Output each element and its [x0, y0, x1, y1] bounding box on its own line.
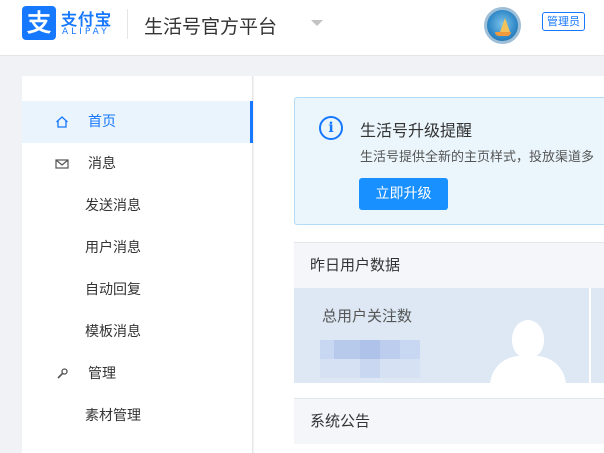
sidebar-item-user-messages[interactable]: 用户消息	[22, 227, 253, 269]
sail-icon	[500, 18, 510, 32]
sidebar-item-home[interactable]: 首页	[22, 101, 253, 143]
stat-label: 总用户关注数	[322, 307, 413, 325]
mail-icon	[55, 159, 69, 169]
logo-subtext: ALIPAY	[62, 27, 110, 37]
sidebar-item-material-manage[interactable]: 素材管理	[22, 395, 253, 437]
sidebar-item-label: 发送消息	[85, 198, 141, 214]
sidebar-item-messages[interactable]: 消息	[22, 143, 253, 185]
sidebar-item-label: 素材管理	[85, 408, 141, 424]
info-icon: i	[319, 116, 343, 140]
home-icon	[56, 116, 68, 128]
sidebar-item-label: 管理	[88, 366, 116, 382]
sidebar-item-label: 用户消息	[85, 240, 141, 256]
yesterday-data-header: 昨日用户数据	[294, 242, 604, 288]
boat-icon	[495, 32, 511, 36]
role-badge[interactable]: 管理员	[542, 12, 585, 31]
platform-title: 生活号官方平台	[144, 16, 278, 38]
upgrade-notice-card: i 生活号升级提醒 生活号提供全新的主页样式，投放渠道多 立即升级	[294, 97, 604, 225]
user-silhouette-icon	[490, 320, 570, 386]
sidebar-item-manage[interactable]: 管理	[22, 353, 253, 395]
secondary-stat-card	[591, 288, 604, 383]
sidebar-item-label: 首页	[88, 114, 116, 130]
sidebar: 首页 消息 发送消息 用户消息 自动回复 模板消息 管理 素材管理	[22, 76, 253, 453]
system-announcement-header: 系统公告	[294, 398, 604, 444]
alipay-logo-icon[interactable]: 支	[22, 6, 56, 40]
avatar[interactable]	[484, 7, 521, 44]
upgrade-title: 生活号升级提醒	[360, 121, 473, 140]
main-content: i 生活号升级提醒 生活号提供全新的主页样式，投放渠道多 立即升级 昨日用户数据…	[254, 76, 604, 453]
sidebar-item-label: 模板消息	[85, 324, 141, 340]
upgrade-description: 生活号提供全新的主页样式，投放渠道多	[360, 150, 595, 165]
top-header: 支 支付宝 ALIPAY 生活号官方平台 管理员	[0, 0, 604, 56]
sidebar-item-auto-reply[interactable]: 自动回复	[22, 269, 253, 311]
wrench-icon	[57, 368, 68, 379]
sidebar-item-template-messages[interactable]: 模板消息	[22, 311, 253, 353]
header-divider	[127, 9, 128, 39]
total-followers-card: 总用户关注数	[294, 288, 589, 386]
sidebar-item-label: 消息	[88, 156, 116, 172]
chevron-down-icon[interactable]	[311, 20, 323, 26]
blurred-stat-value	[320, 340, 420, 378]
sidebar-item-label: 自动回复	[85, 282, 141, 298]
sidebar-item-send-message[interactable]: 发送消息	[22, 185, 253, 227]
upgrade-now-button[interactable]: 立即升级	[359, 178, 448, 210]
